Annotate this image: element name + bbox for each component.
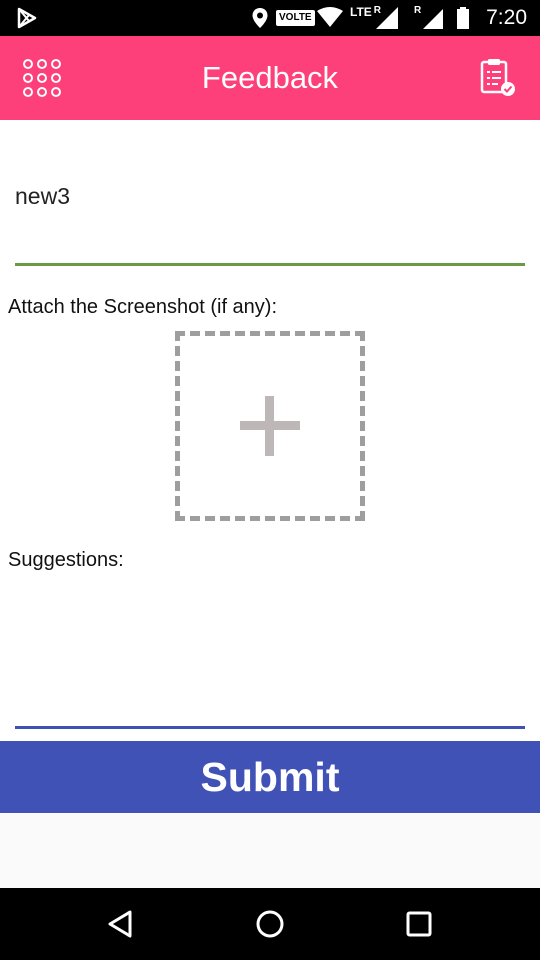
battery-icon [456,0,470,36]
page-title: Feedback [201,60,339,95]
roaming-label: R [373,5,382,16]
feedback-form: Attach the Screenshot (if any): Suggesti… [0,120,540,814]
lte-label: LTE [350,5,372,19]
signal-roaming-icon: R [414,0,445,36]
play-store-icon [16,0,38,36]
suggestions-label: Suggestions: [8,549,124,571]
clipboard-check-icon [480,59,515,96]
volte-label: VOLTE [276,10,315,26]
navigation-bar [0,888,540,960]
lte-signal-icon: LTE R [350,0,398,36]
title-underline [15,263,525,266]
recents-button[interactable] [399,904,439,944]
status-time: 7:20 [486,6,527,29]
suggestions-underline [15,726,525,729]
location-icon [251,0,269,36]
recents-icon [406,911,432,937]
volte-icon: VOLTE [276,0,315,36]
plus-icon [240,396,300,456]
roaming-label-2: R [414,5,422,16]
submit-button[interactable]: Submit [0,741,540,813]
feedback-title-input[interactable] [15,120,525,266]
suggestions-input[interactable] [15,578,525,726]
feedback-list-button[interactable] [476,56,520,100]
attach-screenshot-label: Attach the Screenshot (if any): [8,296,278,318]
back-icon [108,910,132,938]
wifi-icon [316,0,344,36]
status-bar: VOLTE LTE R R 7:20 [0,0,540,36]
attach-screenshot-button[interactable] [175,331,365,521]
app-bar: Feedback [0,36,540,120]
home-icon [256,910,284,938]
home-button[interactable] [250,904,290,944]
back-button[interactable] [100,904,140,944]
